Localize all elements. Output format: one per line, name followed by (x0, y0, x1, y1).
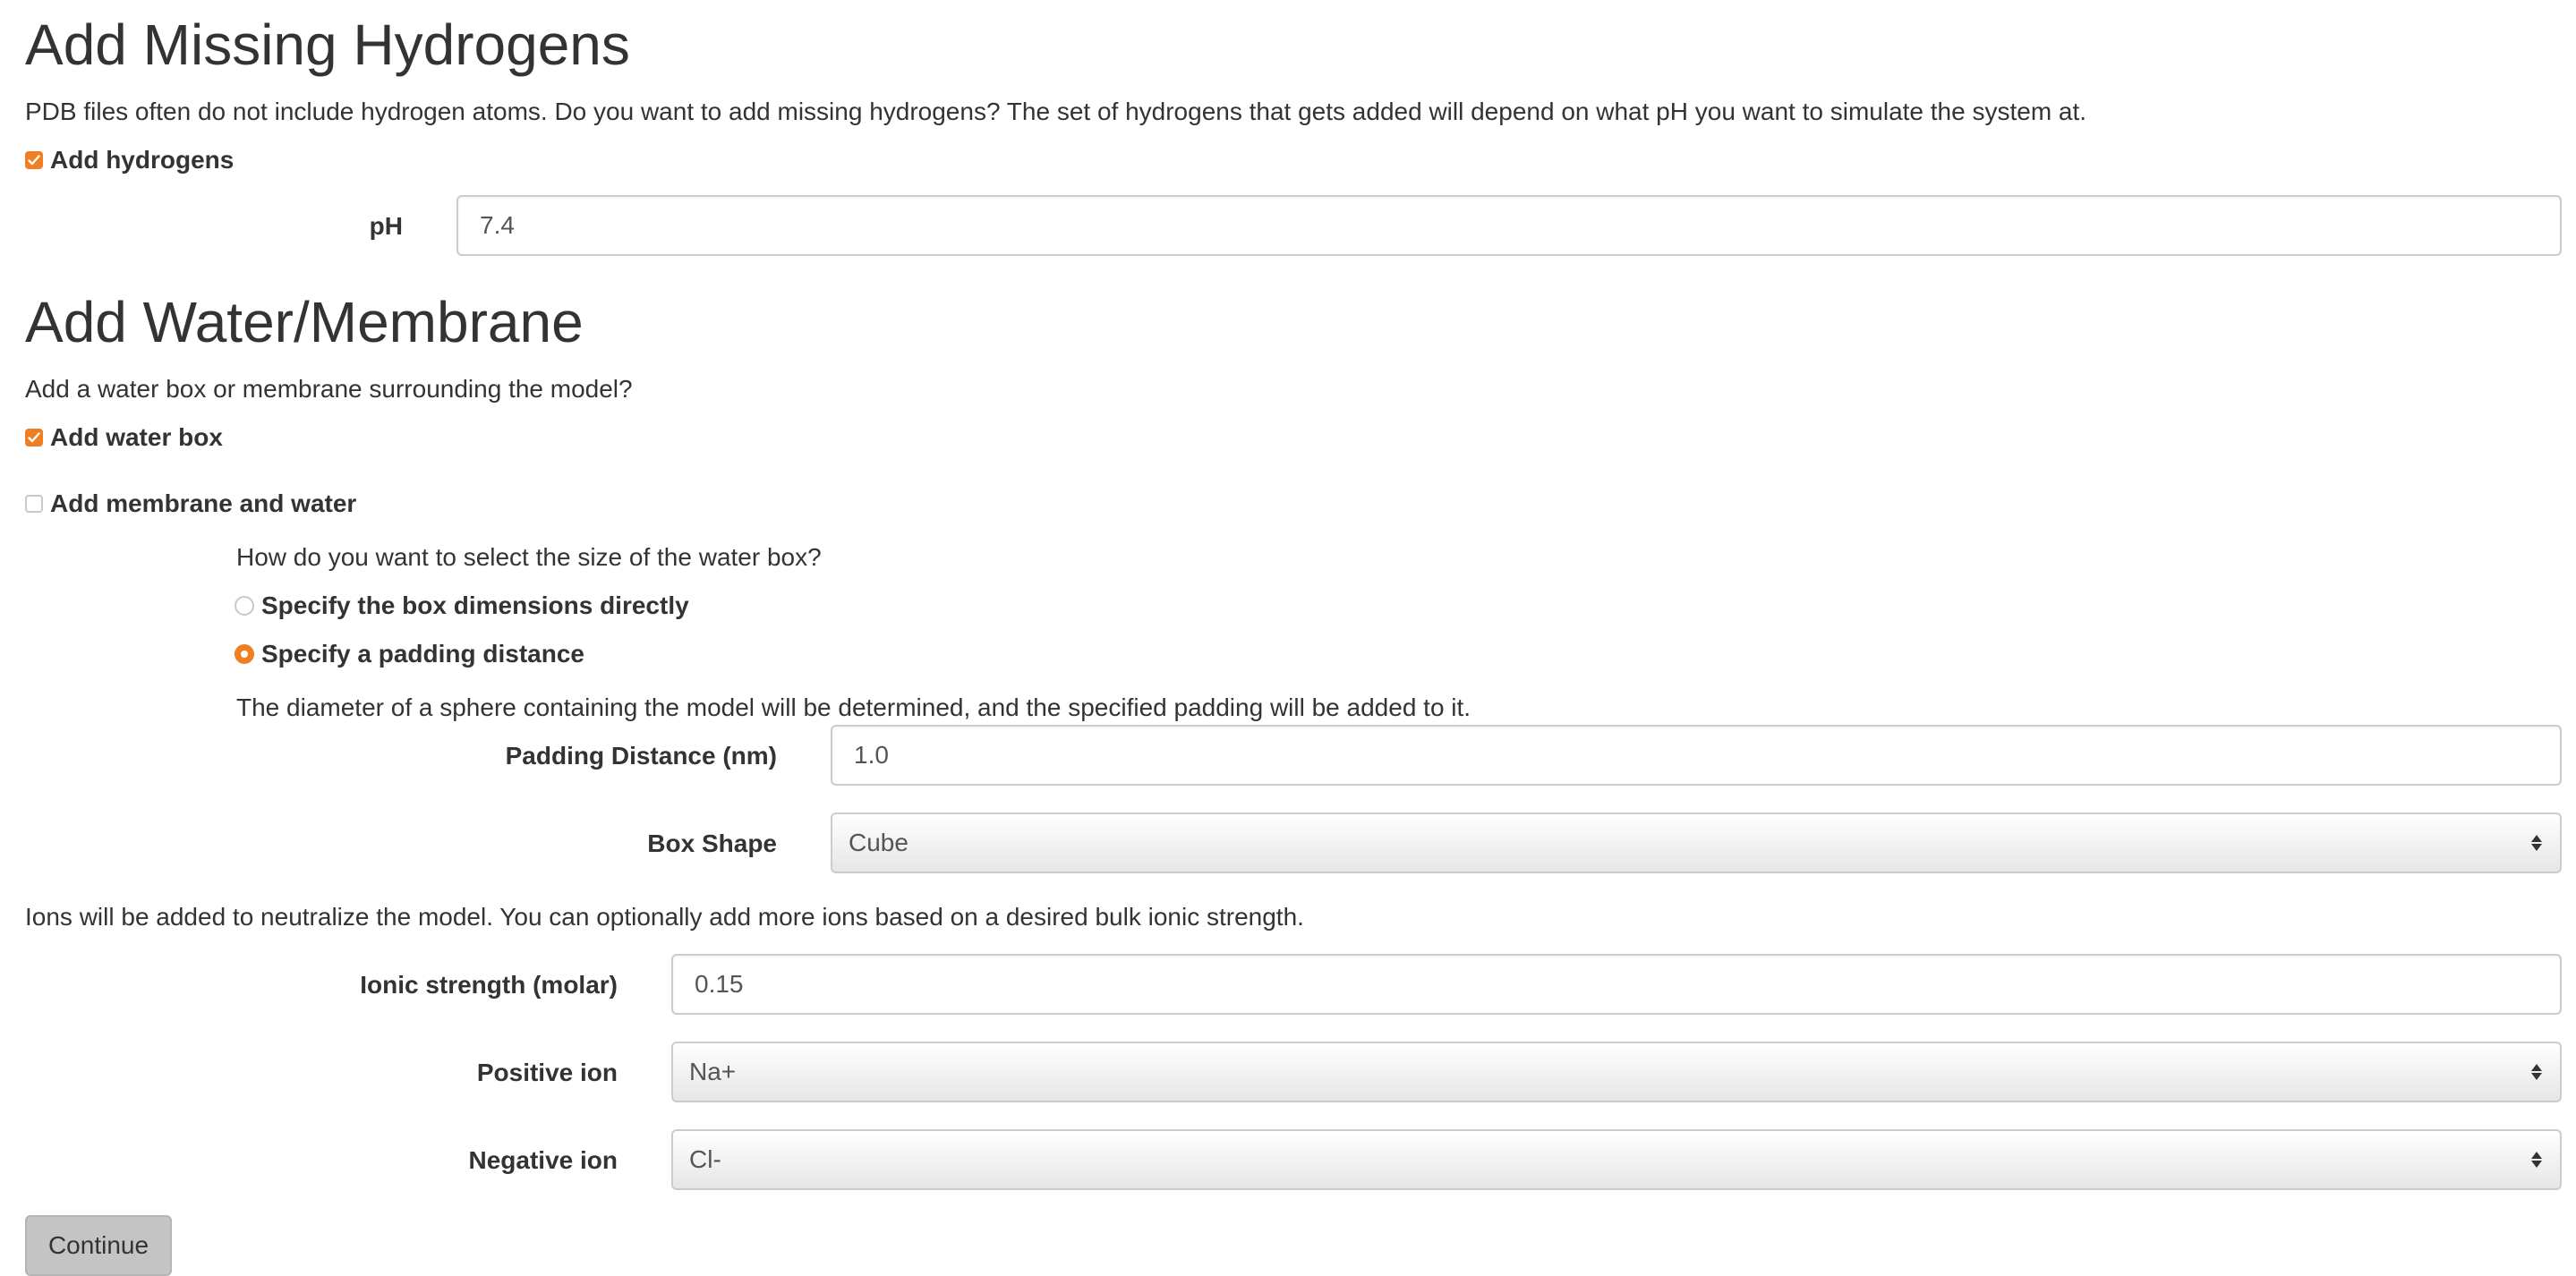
add-hydrogens-row[interactable]: Add hydrogens (25, 145, 234, 175)
padding-label: Padding Distance (nm) (505, 742, 777, 770)
add-water-box-label: Add water box (50, 423, 223, 451)
add-membrane-label: Add membrane and water (50, 489, 357, 517)
ph-input[interactable] (456, 195, 2562, 256)
padding-input[interactable] (831, 725, 2562, 786)
negative-ion-label: Negative ion (468, 1146, 618, 1174)
continue-button[interactable]: Continue (25, 1215, 172, 1276)
size-option-padding[interactable]: Specify a padding distance (235, 639, 584, 669)
size-option-dimensions-label: Specify the box dimensions directly (261, 591, 689, 619)
size-question: How do you want to select the size of th… (236, 543, 822, 571)
box-shape-value: Cube (849, 829, 908, 856)
size-option-padding-label: Specify a padding distance (261, 640, 584, 668)
ionic-strength-input[interactable] (671, 954, 2562, 1015)
add-hydrogens-checkbox[interactable] (25, 151, 43, 169)
add-hydrogens-label: Add hydrogens (50, 146, 235, 174)
hydrogens-title: Add Missing Hydrogens (25, 13, 630, 77)
add-membrane-row[interactable]: Add membrane and water (25, 489, 356, 519)
ionic-strength-label: Ionic strength (molar) (360, 971, 618, 999)
add-water-box-row[interactable]: Add water box (25, 422, 223, 453)
box-shape-label: Box Shape (647, 829, 777, 857)
ions-description: Ions will be added to neutralize the mod… (25, 903, 1304, 931)
padding-note: The diameter of a sphere containing the … (236, 693, 1471, 721)
positive-ion-label: Positive ion (476, 1059, 618, 1086)
select-arrows-icon (2529, 1064, 2544, 1080)
size-option-dimensions[interactable]: Specify the box dimensions directly (235, 591, 689, 621)
checkmark-icon (28, 155, 40, 166)
water-title: Add Water/Membrane (25, 290, 584, 354)
negative-ion-select[interactable]: Cl- (671, 1129, 2562, 1190)
positive-ion-value: Na+ (689, 1058, 737, 1085)
size-option-padding-radio[interactable] (235, 644, 254, 664)
app-root: Add Missing Hydrogens PDB files often do… (0, 0, 2576, 1276)
select-arrows-icon (2529, 1152, 2544, 1168)
negative-ion-value: Cl- (689, 1145, 721, 1173)
checkmark-icon (28, 432, 40, 443)
add-membrane-checkbox[interactable] (25, 495, 43, 513)
positive-ion-select[interactable]: Na+ (671, 1042, 2562, 1102)
water-description: Add a water box or membrane surrounding … (25, 375, 633, 403)
size-option-dimensions-radio[interactable] (235, 596, 254, 616)
box-shape-select[interactable]: Cube (831, 812, 2562, 873)
hydrogens-description: PDB files often do not include hydrogen … (25, 98, 2087, 125)
ph-label: pH (369, 212, 403, 240)
select-arrows-icon (2529, 835, 2544, 851)
add-water-box-checkbox[interactable] (25, 429, 43, 447)
